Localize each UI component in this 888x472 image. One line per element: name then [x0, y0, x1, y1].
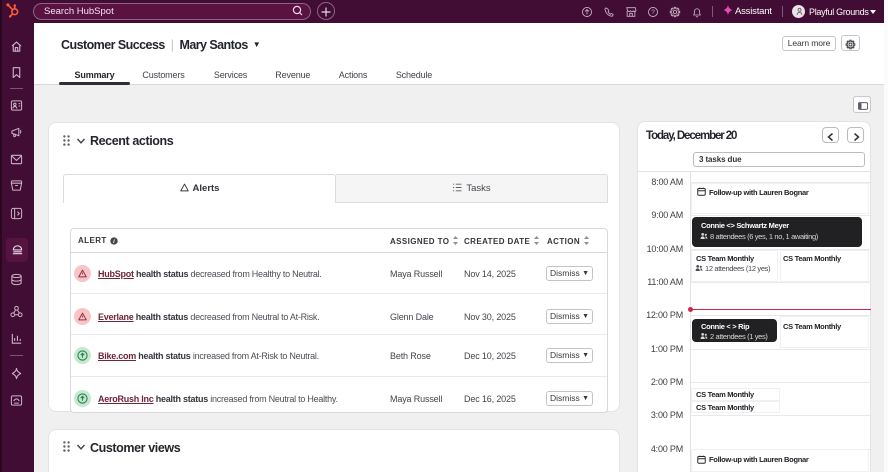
svg-text:?: ? [651, 9, 655, 16]
svg-text:i: i [113, 239, 115, 245]
